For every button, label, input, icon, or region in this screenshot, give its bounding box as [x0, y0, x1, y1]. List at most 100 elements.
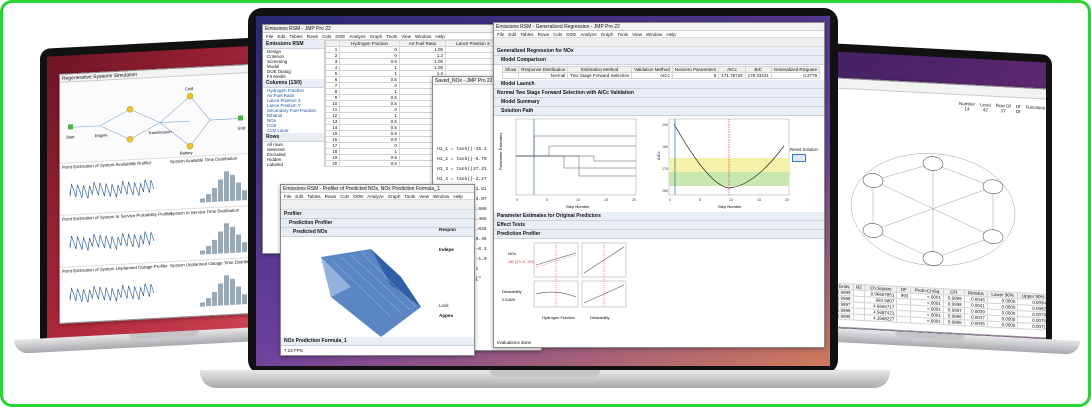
menu-item[interactable]: Tools — [617, 32, 628, 37]
menu-item[interactable]: Analyze — [349, 34, 365, 39]
stat-cell: Functions — [1026, 104, 1046, 115]
menu-item[interactable]: Tools — [404, 194, 415, 199]
profiler-window: Emissions RSM - Profiler of Predicted NO… — [280, 184, 475, 356]
histogram-bar — [200, 250, 205, 255]
sem-stats: Number 14 Level 42 Row Of 17 Of Of Functions — [959, 101, 1045, 116]
solution-path-header[interactable]: Solution Path — [494, 107, 824, 116]
menu-item[interactable]: Graph — [388, 194, 401, 199]
model-summary-header[interactable]: Model Summary — [494, 98, 824, 107]
time-series-line — [69, 179, 155, 199]
model-launch-header[interactable]: Model Launch — [494, 80, 824, 89]
right-plot-ylabel: AICc — [656, 151, 661, 160]
menu-item[interactable]: View — [401, 34, 411, 39]
menu-item[interactable]: Rows — [538, 32, 550, 37]
lock-label[interactable]: Lock — [439, 303, 449, 308]
histogram-bar — [242, 294, 247, 305]
parameter-estimates-header[interactable]: Parameter Estimates for Original Predict… — [494, 212, 824, 221]
menu-item[interactable]: Tables — [520, 32, 533, 37]
selection-header[interactable]: Normal Two Stage Forward Selection with … — [494, 89, 824, 98]
menu-item[interactable]: Edit — [508, 32, 516, 37]
table-cell: 0.5 — [339, 160, 400, 167]
formula-footer: NOx Prediction Formula_1 — [281, 337, 474, 346]
path-diagram — [850, 153, 1016, 266]
appear-label: Appea — [439, 313, 454, 318]
indep-label: Indepe — [439, 247, 454, 252]
time-series-line — [69, 231, 155, 251]
menu-item[interactable]: View — [632, 32, 642, 37]
menu-item[interactable]: File — [284, 194, 291, 199]
prediction-profiler-plots: NOx 182 [171.8, 191] Desirability 0.9182… — [502, 242, 627, 320]
menu-item[interactable]: Graph — [601, 32, 614, 37]
menu-item[interactable]: Window — [415, 34, 431, 39]
menu-item[interactable]: DOE — [353, 194, 363, 199]
menu-item[interactable]: File — [266, 34, 273, 39]
surface-plot — [321, 249, 421, 337]
menu-item[interactable]: DOE — [335, 34, 345, 39]
histogram-bar — [242, 242, 247, 253]
menu-item[interactable]: Window — [433, 194, 449, 199]
menu-item[interactable]: Cols — [340, 194, 349, 199]
menu-item[interactable]: Help — [453, 194, 462, 199]
menu-item[interactable]: Graph — [370, 34, 383, 39]
generalized-regression-header[interactable]: Generalized Regression for NOx — [494, 47, 824, 56]
histogram-bar — [236, 286, 241, 305]
menu-item[interactable]: Rows — [325, 194, 337, 199]
menu-item[interactable]: Analyze — [367, 194, 383, 199]
reset-solution-button[interactable] — [792, 154, 806, 162]
effect-tests-header[interactable]: Effect Tests — [494, 221, 824, 230]
profiler-x-label-2: Desirability — [590, 315, 610, 320]
menu-item[interactable]: Help — [435, 34, 444, 39]
menu-item[interactable]: Help — [666, 32, 675, 37]
simulation-report-window: Regenerative Systems Simulation Start En… — [59, 62, 269, 324]
left-plot-ylabel: Parameter Estimates — [498, 133, 503, 170]
menu-item[interactable]: Analyze — [580, 32, 596, 37]
histogram-bar — [206, 246, 211, 255]
left-xtick-0: 0 — [516, 198, 518, 202]
prediction-profiler-header-2[interactable]: Prediction Profiler — [494, 230, 824, 239]
stat-value: 42 — [982, 107, 988, 113]
fit-cell: 0.9995 — [943, 318, 965, 326]
menu-item[interactable]: File — [497, 32, 504, 37]
comparison-cell: 171.78726 — [718, 72, 746, 79]
menu-item[interactable]: Window — [646, 32, 662, 37]
comparison-header: Response Distribution — [518, 66, 569, 73]
comparison-header: Nonzero Parameters — [671, 66, 720, 73]
histogram-bar — [224, 171, 229, 202]
fit-cell — [896, 316, 911, 323]
menu-item[interactable]: Rows — [307, 34, 319, 39]
menu-item[interactable]: Edit — [277, 34, 285, 39]
model-comparison-header[interactable]: Model Comparison — [494, 56, 824, 65]
profiler-menu: File Edit Tables Rows Cols DOE Analyze Graph Too… — [281, 193, 474, 200]
histogram-bar — [212, 239, 217, 254]
menu-item[interactable]: Edit — [295, 194, 303, 199]
comparison-cell: Normal — [518, 72, 569, 79]
menu-item[interactable]: Tools — [386, 34, 397, 39]
comparison-cell: AICc — [631, 72, 673, 79]
histogram-bar — [218, 231, 223, 254]
data-table-menu: File Edit Tables Rows Cols DOE Analyze Graph Too… — [263, 33, 501, 40]
fit-cell: 0.0071 — [1017, 322, 1046, 331]
diagram-label-start: Start — [66, 134, 75, 139]
profiler-plot-block: Point Estimation of System Unplanned Out… — [60, 256, 268, 319]
menu-item[interactable]: Cols — [553, 32, 562, 37]
profiler-desirability-value: 0.91828 — [502, 298, 515, 302]
comparison-cell — [501, 72, 520, 79]
table-panel-items: Design Criterion Screening Model DOE Dialog F… — [263, 49, 324, 79]
regression-window: Emissions RSM - Generalized Regression -… — [493, 22, 825, 348]
histogram-bar — [218, 283, 223, 306]
comparison-header: Generalized RSquare — [770, 66, 821, 73]
profiler-header[interactable]: Profiler — [281, 210, 474, 219]
menu-item[interactable]: DOE — [566, 32, 576, 37]
right-ytick-2: 170 — [662, 167, 668, 171]
model-comparison-table: Show Response Distribution Estimation Meth… — [501, 66, 821, 79]
right-xtick-1: 5 — [699, 198, 701, 202]
menu-item[interactable]: View — [419, 194, 429, 199]
menu-item[interactable]: Tables — [289, 34, 302, 39]
stat-header: Functions — [1025, 104, 1046, 111]
regression-menu: File Edit Tables Rows Cols DOE Analyze Graph Too… — [494, 31, 824, 38]
right-plot-xlabel: Step Number — [718, 204, 742, 209]
comparison-header: Validation Method — [631, 66, 673, 73]
menu-item[interactable]: Tables — [307, 194, 320, 199]
diagram-label-end: End — [238, 125, 245, 130]
menu-item[interactable]: Cols — [322, 34, 331, 39]
